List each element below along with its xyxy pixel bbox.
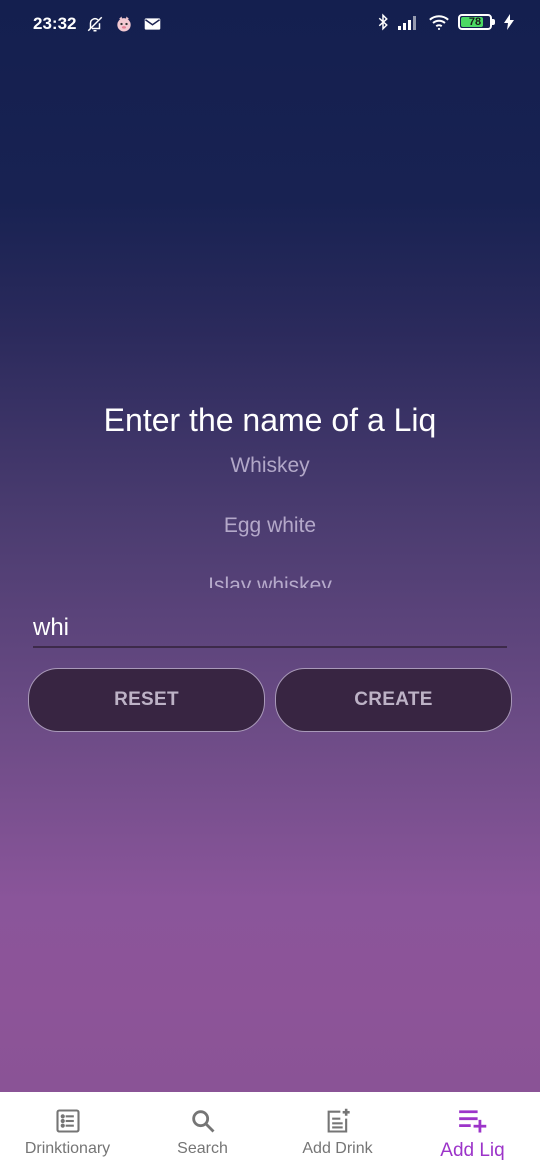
suggestion-item[interactable]: Egg white (0, 514, 540, 538)
suggestion-item[interactable]: Whiskey (0, 454, 540, 478)
suggestion-item[interactable]: Islay whiskey (0, 574, 540, 588)
wifi-icon (428, 14, 450, 31)
nav-item-add-drink[interactable]: Add Drink (270, 1092, 405, 1170)
app-badge-icon (114, 14, 134, 34)
list-icon (54, 1106, 82, 1136)
nav-label: Add Liq (440, 1140, 505, 1161)
charging-icon (504, 14, 514, 30)
signal-icon (398, 14, 420, 30)
note-add-icon (324, 1106, 352, 1136)
nav-label: Drinktionary (24, 1140, 111, 1157)
page-title: Enter the name of a Liq (103, 402, 437, 438)
status-time: 23:32 (33, 14, 77, 33)
status-bar: 23:32 78 (0, 0, 540, 48)
reset-button[interactable]: RESET (28, 668, 265, 732)
playlist-add-icon (458, 1106, 488, 1136)
nav-label: Add Drink (302, 1140, 373, 1157)
liq-name-input[interactable] (33, 610, 507, 648)
nav-item-drinktionary[interactable]: Drinktionary (0, 1092, 135, 1170)
battery-level: 78 (468, 16, 482, 28)
mail-icon (144, 17, 161, 31)
bluetooth-icon (376, 13, 390, 31)
suggestion-list: Whiskey Egg white Islay whiskey (0, 448, 540, 588)
nav-item-add-liq[interactable]: Add Liq (405, 1092, 540, 1170)
search-icon (189, 1106, 217, 1136)
alarm-off-icon (86, 15, 104, 33)
battery-icon: 78 (458, 14, 495, 30)
nav-item-search[interactable]: Search (135, 1092, 270, 1170)
bottom-navigation: Drinktionary Search Add Drink Add Liq (0, 1092, 540, 1170)
create-button[interactable]: CREATE (275, 668, 512, 732)
nav-label: Search (177, 1140, 228, 1157)
